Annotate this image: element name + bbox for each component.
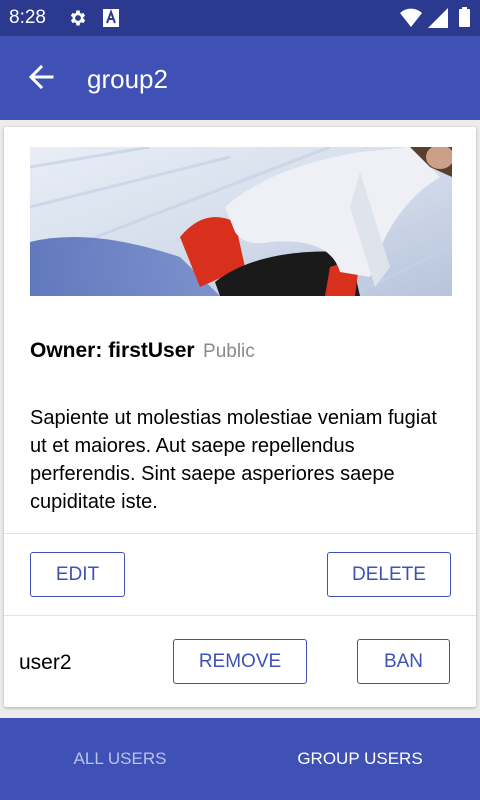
app-bar: group2 [0,36,480,120]
tab-group-users[interactable]: GROUP USERS [240,718,480,800]
a-badge-icon [103,9,119,27]
battery-icon [459,7,470,27]
ban-button[interactable]: BAN [357,639,450,684]
signal-icon [428,8,448,28]
group-image [30,147,452,296]
divider [4,615,476,616]
group-description: Sapiente ut molestias molestiae veniam f… [30,407,437,513]
edit-button[interactable]: EDIT [30,552,125,597]
status-bar: 8:28 [0,0,480,36]
owner-name: firstUser [108,339,195,362]
delete-button[interactable]: DELETE [327,552,451,597]
bottom-nav: ALL USERS GROUP USERS [0,718,480,800]
visibility-label: Public [203,341,255,362]
arrow-back-icon[interactable] [28,64,54,90]
content-area: Owner: firstUser Public Sapiente ut mole… [0,120,480,718]
divider [4,533,476,534]
remove-button[interactable]: REMOVE [173,639,307,684]
owner-row: Owner: firstUser Public [30,339,255,363]
page-title: group2 [87,64,168,94]
owner-label: Owner: [30,339,109,362]
group-card: Owner: firstUser Public Sapiente ut mole… [4,127,476,707]
member-name: user2 [19,651,72,674]
gear-icon [70,10,86,26]
status-time: 8:28 [9,7,46,28]
tab-all-users[interactable]: ALL USERS [0,718,240,800]
wifi-icon [400,8,422,27]
